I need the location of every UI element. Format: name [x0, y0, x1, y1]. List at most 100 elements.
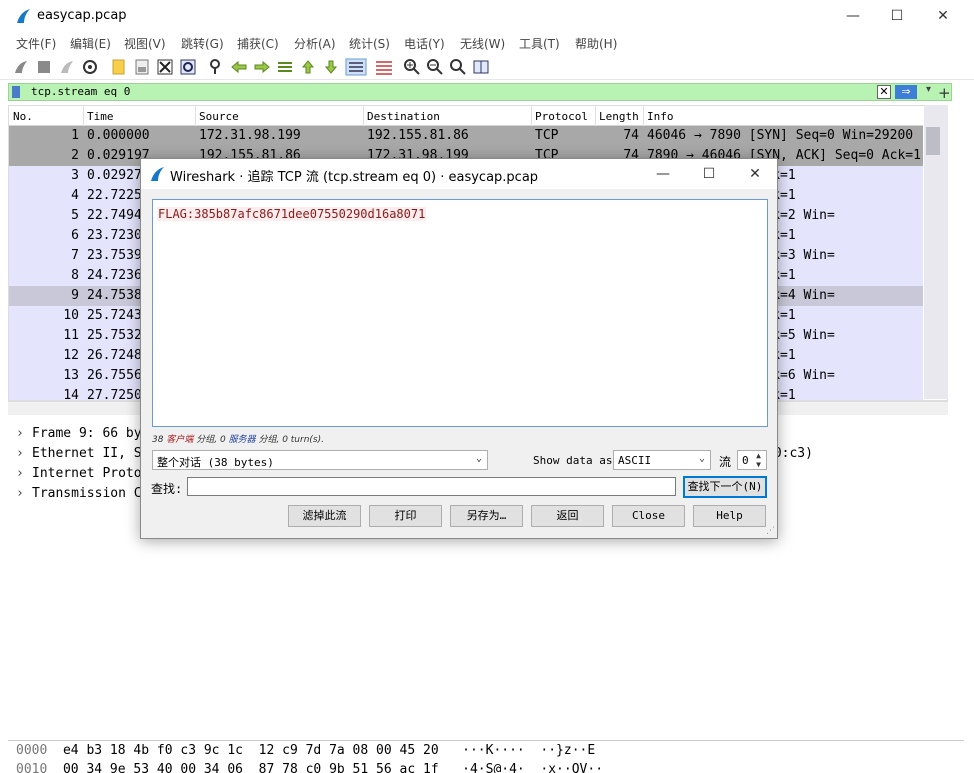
follow-tcp-stream-dialog: Wireshark · 追踪 TCP 流 (tcp.stream eq 0) ·…	[140, 158, 778, 539]
menu-telephony[interactable]: 电话(Y)	[404, 35, 445, 52]
menu-capture[interactable]: 捕获(C)	[237, 35, 279, 52]
reload-file-icon[interactable]	[179, 58, 197, 76]
bytes-row: 0010 00 34 9e 53 40 00 34 06 87 78 c0 9b…	[16, 762, 604, 773]
packet-bytes-pane: 0000 e4 b3 18 4b f0 c3 9c 1c 12 c9 7d 7a…	[8, 740, 964, 773]
zoom-in-icon[interactable]	[403, 58, 421, 76]
detail-row-tcp[interactable]: › Transmission C	[16, 486, 142, 501]
save-file-icon[interactable]	[133, 58, 151, 76]
resize-columns-icon[interactable]	[472, 58, 490, 76]
close-button[interactable]: ✕	[920, 4, 966, 28]
clear-filter-button[interactable]: ✕	[877, 85, 891, 99]
find-label: 查找:	[151, 482, 183, 496]
packet-cell-no: 12	[63, 348, 79, 363]
menu-view[interactable]: 视图(V)	[124, 35, 166, 52]
find-next-button[interactable]: 查找下一个(N)	[683, 476, 767, 498]
display-filter-bar[interactable]: tcp.stream eq 0 ✕ ⇒ ▾	[8, 83, 952, 101]
packet-cell-time: 22.7225	[87, 188, 142, 203]
show-data-label: Show data as	[533, 454, 613, 467]
open-file-icon[interactable]	[110, 58, 128, 76]
packet-list-vscrollbar[interactable]	[924, 105, 948, 399]
zoom-out-icon[interactable]	[426, 58, 444, 76]
expand-arrow-icon[interactable]: ›	[16, 466, 32, 481]
minimize-button[interactable]: —	[830, 4, 876, 28]
packet-cell-time: 25.7243	[87, 308, 142, 323]
go-to-packet-icon[interactable]	[276, 58, 294, 76]
capture-options-icon[interactable]	[81, 58, 99, 76]
column-source[interactable]: Source	[199, 110, 239, 123]
find-packet-icon[interactable]	[207, 58, 225, 76]
detail-row-frame[interactable]: › Frame 9: 66 by	[16, 426, 142, 441]
packet-cell-no: 8	[71, 268, 79, 283]
maximize-button[interactable]: ☐	[874, 4, 920, 28]
packet-cell-source: 172.31.98.199	[199, 128, 301, 143]
menu-edit[interactable]: 编辑(E)	[70, 35, 111, 52]
detail-row-ip[interactable]: › Internet Proto	[16, 466, 142, 481]
spinner-arrows-icon[interactable]: ▲ ▼	[756, 451, 761, 469]
bookmark-icon[interactable]	[12, 86, 20, 98]
stop-capture-icon[interactable]	[35, 58, 53, 76]
restart-capture-icon[interactable]	[58, 58, 76, 76]
column-no[interactable]: No.	[13, 110, 33, 123]
packet-cell-no: 3	[71, 168, 79, 183]
expand-arrow-icon[interactable]: ›	[16, 446, 32, 461]
go-back-icon[interactable]	[230, 58, 248, 76]
menu-file[interactable]: 文件(F)	[16, 35, 56, 52]
stream-content-area[interactable]: FLAG:385b87afc8671dee07550290d16a8071	[152, 199, 768, 427]
filter-history-dropdown[interactable]: ▾	[926, 84, 931, 95]
expand-arrow-icon[interactable]: ›	[16, 486, 32, 501]
help-button[interactable]: Help	[693, 505, 766, 527]
dialog-maximize-button[interactable]: ☐	[689, 163, 729, 185]
last-packet-icon[interactable]	[322, 58, 340, 76]
column-destination[interactable]: Destination	[367, 110, 440, 123]
resize-grip-icon[interactable]: ⋰	[766, 526, 775, 536]
apply-filter-button[interactable]: ⇒	[895, 85, 917, 99]
first-packet-icon[interactable]	[299, 58, 317, 76]
colorize-icon[interactable]	[374, 58, 394, 76]
add-filter-button[interactable]: +	[938, 84, 951, 102]
packet-cell-time: 24.7538	[87, 288, 142, 303]
filter-out-stream-button[interactable]: 滤掉此流	[288, 505, 361, 527]
packet-cell-time: 0.000000	[87, 128, 150, 143]
column-protocol[interactable]: Protocol	[535, 110, 588, 123]
go-forward-icon[interactable]	[253, 58, 271, 76]
column-info[interactable]: Info	[647, 110, 674, 123]
find-input[interactable]	[187, 477, 676, 496]
dialog-titlebar: Wireshark · 追踪 TCP 流 (tcp.stream eq 0) ·…	[141, 159, 777, 189]
menu-wireless[interactable]: 无线(W)	[460, 35, 505, 52]
column-time[interactable]: Time	[87, 110, 114, 123]
column-length[interactable]: Length	[599, 110, 639, 123]
back-button[interactable]: 返回	[531, 505, 604, 527]
print-button[interactable]: 打印	[369, 505, 442, 527]
menu-analyze[interactable]: 分析(A)	[294, 35, 336, 52]
menu-tools[interactable]: 工具(T)	[519, 35, 560, 52]
close-file-icon[interactable]	[156, 58, 174, 76]
wireshark-fin-icon	[151, 167, 164, 181]
packet-cell-destination: 192.155.81.86	[367, 128, 469, 143]
start-capture-icon[interactable]	[12, 58, 30, 76]
detail-row-ethernet[interactable]: › Ethernet II, S	[16, 446, 142, 461]
scroll-thumb[interactable]	[926, 127, 940, 155]
menu-statistics[interactable]: 统计(S)	[349, 35, 390, 52]
save-as-button[interactable]: 另存为…	[450, 505, 523, 527]
conversation-select[interactable]: 整个对话 (38 bytes) ⌄	[152, 450, 488, 470]
packet-cell-no: 4	[71, 188, 79, 203]
expand-arrow-icon[interactable]: ›	[16, 426, 32, 441]
dialog-minimize-button[interactable]: —	[643, 163, 683, 185]
zoom-normal-icon[interactable]	[449, 58, 467, 76]
packet-cell-time: 0.02927	[87, 168, 142, 183]
dialog-close-button[interactable]: ✕	[735, 163, 775, 185]
packet-cell-time: 26.7248	[87, 348, 142, 363]
autoscroll-icon[interactable]	[345, 58, 367, 76]
dialog-close-text-button[interactable]: Close	[612, 505, 685, 527]
show-data-select[interactable]: ASCII ⌄	[613, 450, 711, 470]
server-label: 服务器	[228, 435, 256, 445]
dialog-title: Wireshark · 追踪 TCP 流 (tcp.stream eq 0) ·…	[170, 170, 539, 185]
packet-row[interactable]: 1 0.000000 172.31.98.199 192.155.81.86 TCP 74…	[9, 126, 923, 146]
menu-go[interactable]: 跳转(G)	[181, 35, 224, 52]
wireshark-fin-icon	[17, 9, 30, 23]
stream-stats: 38 客户端 分组, 0 服务器 分组, 0 turn(s).	[152, 435, 324, 445]
stream-number-spinner[interactable]: 0 ▲ ▼	[737, 450, 767, 470]
display-filter-input[interactable]: tcp.stream eq 0	[31, 85, 130, 98]
menu-help[interactable]: 帮助(H)	[575, 35, 617, 52]
packet-cell-time: 27.7250	[87, 388, 142, 401]
